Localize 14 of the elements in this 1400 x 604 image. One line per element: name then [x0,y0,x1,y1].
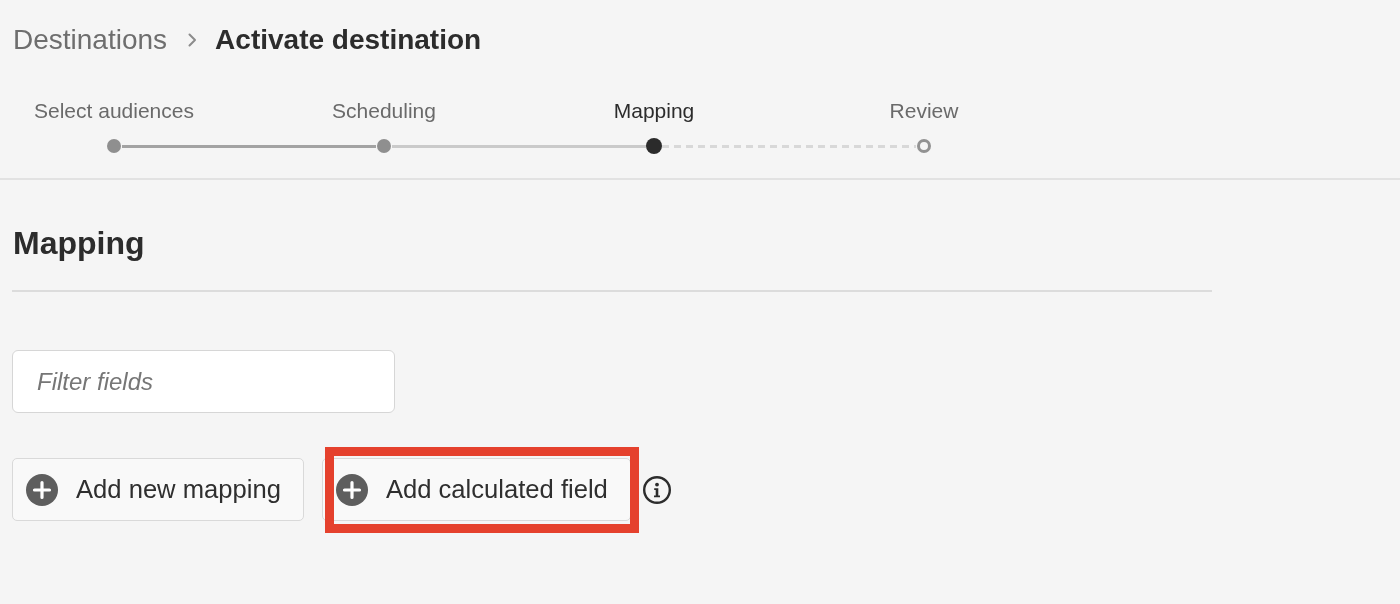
info-icon[interactable] [642,475,671,504]
filter-field[interactable]: Filter fields [12,350,395,413]
add-button[interactable]: Add new mapping [12,458,304,521]
chevron-icon [188,33,198,47]
plus-icon [335,473,368,506]
plus-icon [26,473,58,506]
step-label: Select audiences [34,99,194,122]
step-label: Review [889,99,959,122]
add-button[interactable]: Add calculated field [321,458,631,521]
step-label: Mapping [613,99,695,122]
section-title: Mapping [12,225,145,261]
breadcrumb-current: Activate destination [215,23,482,57]
breadcrumb-link[interactable]: Destinations [13,22,168,58]
step-label: Scheduling [332,99,436,122]
